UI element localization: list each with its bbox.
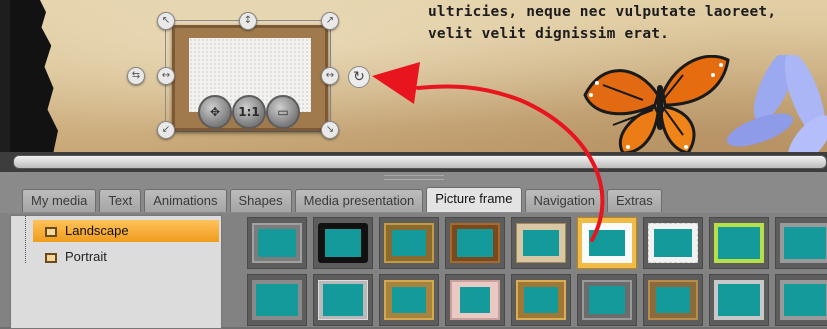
resize-handle-top-right[interactable]: ↗	[321, 12, 339, 30]
resize-handle-top[interactable]: ↕	[239, 12, 257, 30]
frame-thumbnail-selected[interactable]	[577, 217, 637, 269]
frame-thumbnail[interactable]	[643, 274, 703, 326]
frame-thumbnail[interactable]	[775, 217, 827, 269]
torn-edge-decoration	[10, 0, 58, 152]
resize-handle-bottom-left[interactable]: ↙	[157, 121, 175, 139]
assets-panel: My media Text Animations Shapes Media pr…	[0, 172, 827, 329]
asset-tabs: My media Text Animations Shapes Media pr…	[22, 187, 662, 213]
picture-frame-tab-content: Landscape Portrait	[0, 213, 827, 329]
butterfly-image[interactable]	[583, 55, 733, 152]
frame-thumbnail[interactable]	[247, 274, 307, 326]
frame-thumbnail[interactable]	[445, 217, 505, 269]
resize-handle-left[interactable]: ↔	[157, 67, 175, 85]
tab-text[interactable]: Text	[99, 189, 142, 212]
frame-thumbnail[interactable]	[643, 217, 703, 269]
frame-thumbnail[interactable]	[313, 274, 373, 326]
rotate-handle[interactable]: ↻	[348, 66, 370, 88]
frame-thumbnail[interactable]	[775, 274, 827, 326]
tab-picture-frame[interactable]: Picture frame	[426, 187, 522, 212]
layer-icon: ▭	[277, 105, 289, 119]
category-item-portrait[interactable]: Portrait	[33, 246, 219, 268]
rotate-icon: ↻	[353, 69, 365, 85]
tree-connector	[25, 216, 26, 263]
tab-animations[interactable]: Animations	[144, 189, 227, 212]
tab-shapes[interactable]: Shapes	[229, 189, 292, 212]
resize-handle-top-left[interactable]: ↖	[157, 12, 175, 30]
panel-resize-grip[interactable]	[384, 175, 444, 180]
flower-image	[726, 55, 827, 152]
tab-media-presentation[interactable]: Media presentation	[294, 189, 424, 212]
category-label: Portrait	[65, 249, 107, 264]
move-tool-button[interactable]: ✥	[198, 95, 232, 129]
resize-handle-bottom-right[interactable]: ↘	[321, 121, 339, 139]
frame-thumbnail[interactable]	[313, 217, 373, 269]
category-tree: Landscape Portrait	[10, 215, 222, 329]
page-text-line-2[interactable]: velit velit dignissim erat.	[428, 26, 669, 42]
frame-thumbnail[interactable]	[511, 217, 571, 269]
tab-extras[interactable]: Extras	[606, 189, 662, 212]
frame-thumbnail[interactable]	[577, 274, 637, 326]
ratio-button[interactable]: 1:1	[232, 95, 266, 129]
flip-horizontal-icon[interactable]: ⇆	[127, 67, 145, 85]
page-text-line-1[interactable]: ultricies, neque nec vulputate laoreet,	[428, 4, 776, 20]
frame-thumbnail[interactable]	[445, 274, 505, 326]
frame-thumbnail[interactable]	[511, 274, 571, 326]
frame-thumbnail[interactable]	[247, 217, 307, 269]
page-canvas[interactable]: ultricies, neque nec vulputate laoreet, …	[0, 0, 827, 152]
layer-button[interactable]: ▭	[266, 95, 300, 129]
frame-icon	[45, 226, 57, 237]
frame-gallery	[244, 217, 827, 327]
category-label: Landscape	[65, 223, 129, 238]
tab-my-media[interactable]: My media	[22, 189, 97, 212]
ratio-label: 1:1	[238, 105, 260, 119]
move-icon: ✥	[209, 105, 221, 119]
frame-thumbnail[interactable]	[709, 217, 769, 269]
frame-thumbnail[interactable]	[379, 217, 439, 269]
canvas-scroll-area	[0, 152, 827, 172]
category-item-landscape[interactable]: Landscape	[33, 220, 219, 242]
tab-navigation[interactable]: Navigation	[524, 189, 604, 212]
resize-handle-right[interactable]: ↔	[321, 67, 339, 85]
frame-icon	[45, 252, 57, 263]
frame-thumbnail[interactable]	[709, 274, 769, 326]
horizontal-scrollbar[interactable]	[13, 155, 827, 169]
frame-thumbnail[interactable]	[379, 274, 439, 326]
